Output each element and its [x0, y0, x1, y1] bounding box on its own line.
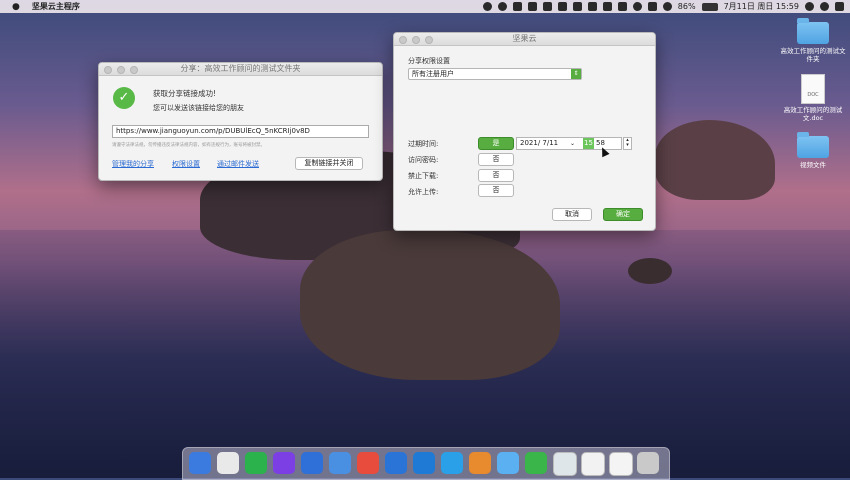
date-chevron-icon[interactable]: ⌄	[570, 138, 575, 149]
manage-shares-link[interactable]: 管理我的分享	[112, 159, 154, 169]
volume-icon[interactable]	[662, 2, 672, 11]
desktop-folder-test[interactable]: 高效工作顾问的测试文件夹	[778, 18, 848, 63]
folder-icon	[797, 18, 829, 44]
safari-icon[interactable]	[385, 452, 407, 474]
record-icon[interactable]	[482, 2, 492, 11]
screenshot-icon[interactable]	[609, 452, 633, 476]
menu-bar: ● 坚果云主程序 86% 7月11日 周日 15:59	[0, 0, 850, 13]
user-icon[interactable]	[805, 2, 814, 11]
battery-percent: 86%	[677, 2, 696, 11]
siri-icon[interactable]	[820, 2, 829, 11]
doc-file-icon: DOC	[801, 74, 825, 104]
wallpaper-rock	[628, 258, 672, 284]
share-dialog: 分享：高效工作顾问的测试文件夹 ✓ 获取分享链接成功! 您可以发送该链接给您的朋…	[98, 62, 383, 181]
audience-select-value: 所有注册用户	[412, 70, 454, 78]
maps-icon[interactable]	[301, 452, 323, 474]
box-icon[interactable]	[602, 2, 612, 11]
permission-dialog: 坚果云 分享权限设置 所有注册用户 ⇕ 过期时间: 是 2021/ 7/11 ⌄…	[393, 32, 656, 231]
zoom-button[interactable]	[130, 66, 138, 74]
basketball-icon[interactable]	[469, 452, 491, 474]
desktop-icon-label: 高效工作顾问的测试文件夹	[780, 47, 846, 63]
no-download-no-button[interactable]: 否	[478, 169, 514, 182]
time-stepper[interactable]: ▴ ▾	[623, 137, 632, 150]
desktop-folder-video[interactable]: 视频文件	[778, 132, 848, 169]
share-dialog-titlebar[interactable]: 分享：高效工作顾问的测试文件夹	[99, 63, 382, 76]
window-icon[interactable]	[617, 2, 627, 11]
permission-settings-link[interactable]: 权限设置	[172, 159, 200, 169]
omnifocus-icon[interactable]	[273, 452, 295, 474]
dock	[182, 447, 670, 480]
legal-notice: 请遵守法律法规，勿传播违反法律法规内容，如有违规行为，账号将被封禁。	[112, 143, 265, 148]
password-no-button[interactable]: 否	[478, 153, 514, 166]
success-subtitle: 您可以发送该链接给您的朋友	[153, 104, 244, 112]
apple-icon[interactable]: ●	[12, 2, 20, 12]
share-dialog-title: 分享：高效工作顾问的测试文件夹	[180, 64, 301, 73]
chrome-icon[interactable]	[217, 452, 239, 474]
clock[interactable]: 7月11日 周日 15:59	[724, 1, 799, 12]
ok-button[interactable]: 确定	[603, 208, 643, 221]
permission-dialog-titlebar[interactable]: 坚果云	[394, 33, 655, 46]
permission-dialog-title: 坚果云	[512, 34, 537, 43]
allow-upload-label: 允许上传:	[408, 188, 439, 196]
expire-hour[interactable]: 15	[583, 138, 594, 149]
zoom-button[interactable]	[425, 36, 433, 44]
no-download-label: 禁止下载:	[408, 172, 439, 180]
trash-icon[interactable]	[637, 452, 659, 474]
menu-app-name[interactable]: 坚果云主程序	[32, 1, 80, 12]
success-title: 获取分享链接成功!	[153, 89, 217, 98]
evernote-icon[interactable]	[245, 452, 267, 474]
app-icon[interactable]	[587, 2, 597, 11]
chevron-updown-icon: ⇕	[571, 69, 581, 79]
wechat-icon[interactable]	[525, 452, 547, 474]
password-label: 访问密码:	[408, 156, 439, 164]
allow-upload-no-button[interactable]: 否	[478, 184, 514, 197]
desktop-doc-test[interactable]: DOC 高效工作顾问的测试文.doc	[778, 74, 848, 122]
expire-label: 过期时间:	[408, 140, 439, 148]
cancel-button[interactable]: 取消	[552, 208, 592, 221]
wallpaper-island	[300, 230, 560, 380]
text-icon[interactable]	[542, 2, 552, 11]
status-tray: 86% 7月11日 周日 15:59	[482, 0, 844, 13]
expire-date[interactable]: 2021/ 7/11	[520, 138, 558, 149]
bookmarks-icon[interactable]	[329, 452, 351, 474]
battery-icon[interactable]	[701, 2, 718, 11]
sync-icon[interactable]	[497, 2, 507, 11]
copy-and-close-button[interactable]: 复制链接并关闭	[295, 157, 363, 170]
finder-icon[interactable]	[189, 452, 211, 474]
audience-select[interactable]: 所有注册用户 ⇕	[408, 68, 582, 80]
wechat-icon[interactable]	[512, 2, 522, 11]
desktop-icon-label: 高效工作顾问的测试文.doc	[783, 106, 843, 122]
close-button[interactable]	[399, 36, 407, 44]
minimize-button[interactable]	[412, 36, 420, 44]
expire-yes-button[interactable]: 是	[478, 137, 514, 150]
send-email-link[interactable]: 通过邮件发送	[217, 159, 259, 169]
baidu-netdisk-icon[interactable]	[497, 452, 519, 474]
share-url-field[interactable]: https://www.jianguoyun.com/p/DUBUlEcQ_5n…	[112, 125, 369, 138]
success-check-icon: ✓	[113, 87, 135, 109]
control-center-icon[interactable]	[835, 2, 844, 11]
close-button[interactable]	[104, 66, 112, 74]
box-icon[interactable]	[413, 452, 435, 474]
image-file-icon[interactable]	[553, 452, 577, 476]
document-icon[interactable]	[581, 452, 605, 476]
minimize-button[interactable]	[117, 66, 125, 74]
tencent-icon[interactable]	[527, 2, 537, 11]
input-method-icon[interactable]	[647, 2, 657, 11]
folder-icon	[797, 132, 829, 158]
cloud-icon[interactable]	[557, 2, 567, 11]
wps-icon[interactable]	[357, 452, 379, 474]
wifi-icon[interactable]	[632, 2, 642, 11]
wallpaper-island	[655, 120, 775, 200]
desktop-icon-label: 视频文件	[800, 161, 826, 169]
bookmark-icon[interactable]	[572, 2, 582, 11]
permission-section-title: 分享权限设置	[408, 57, 450, 65]
edge-icon[interactable]	[441, 452, 463, 474]
